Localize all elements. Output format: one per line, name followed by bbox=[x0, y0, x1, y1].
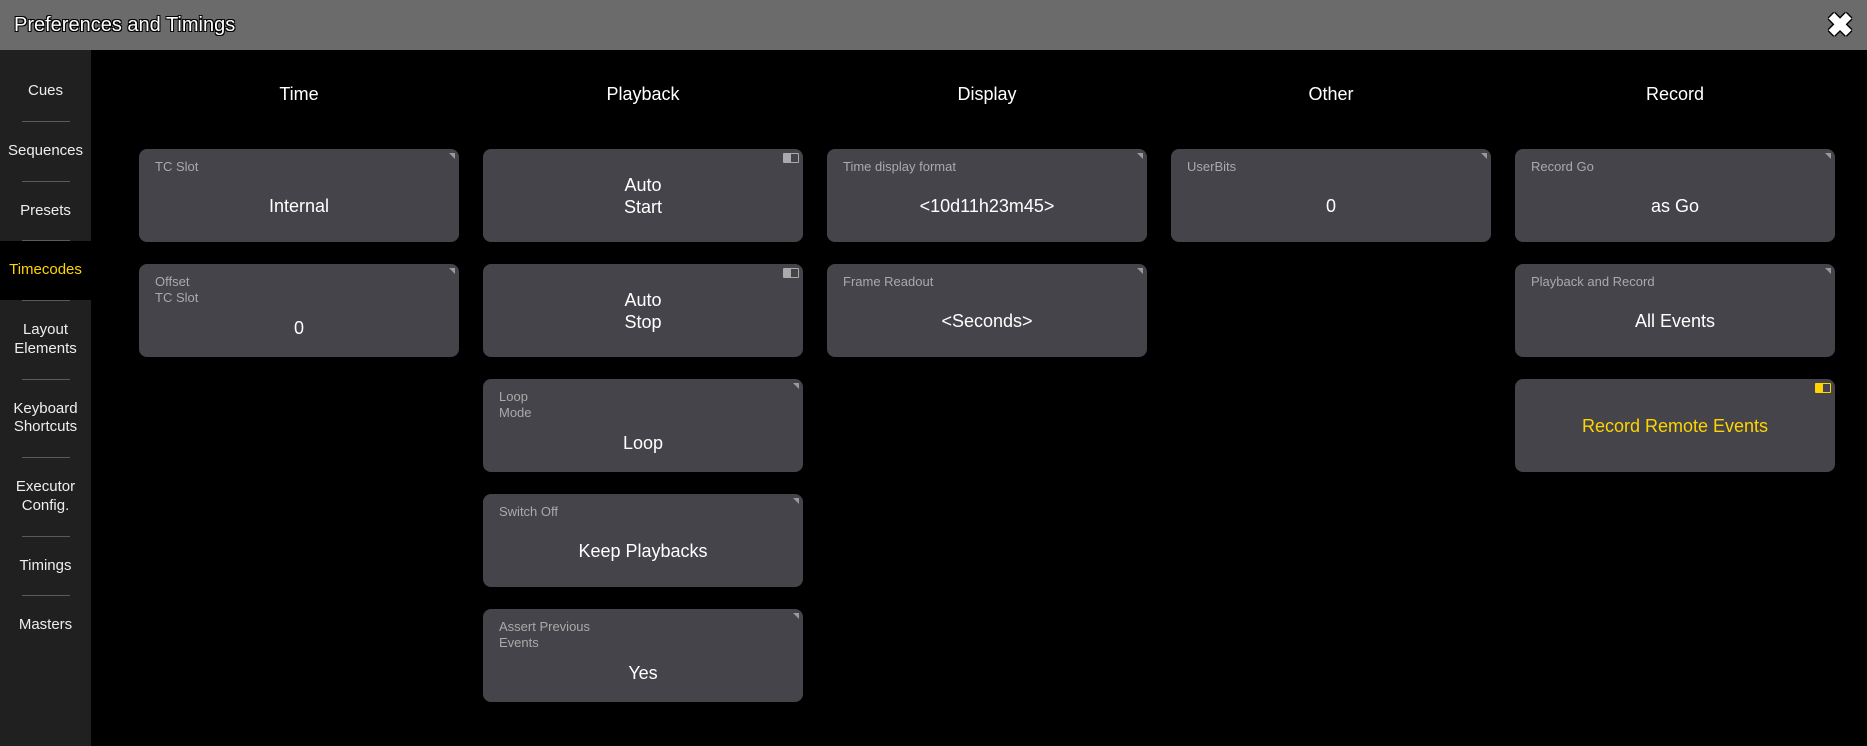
tile-value: <10d11h23m45> bbox=[843, 179, 1131, 234]
sidebar-item-label: Timecodes bbox=[9, 261, 82, 278]
dropdown-indicator-icon bbox=[1137, 268, 1143, 274]
tile-label: Frame Readout bbox=[843, 274, 1131, 290]
sidebar-item-label: Keyboard Shortcuts bbox=[13, 400, 77, 436]
tile-playback-1[interactable]: Auto Stop bbox=[483, 264, 803, 357]
tile-label: TC Slot bbox=[155, 159, 443, 175]
tile-playback-2[interactable]: Loop Mode Loop bbox=[483, 379, 803, 472]
tile-value: Record Remote Events bbox=[1531, 389, 1819, 464]
column-body-other: UserBits 0 bbox=[1171, 149, 1491, 702]
tile-value: as Go bbox=[1531, 179, 1819, 234]
sidebar-item-timecodes[interactable]: Timecodes bbox=[0, 241, 91, 300]
sidebar-item-masters[interactable]: Masters bbox=[0, 596, 91, 655]
sidebar-item-label: Cues bbox=[28, 82, 63, 99]
toggle-indicator-icon bbox=[1815, 383, 1831, 393]
tile-label: UserBits bbox=[1187, 159, 1475, 175]
dropdown-indicator-icon bbox=[1137, 153, 1143, 159]
tile-value: <Seconds> bbox=[843, 294, 1131, 349]
tile-record-1[interactable]: Playback and Record All Events bbox=[1515, 264, 1835, 357]
tile-value: Keep Playbacks bbox=[499, 524, 787, 579]
close-icon: ✖ bbox=[1827, 6, 1854, 44]
close-button[interactable]: ✖ bbox=[1821, 6, 1859, 44]
dropdown-indicator-icon bbox=[793, 613, 799, 619]
tile-value: Loop bbox=[499, 424, 787, 464]
tile-display-1[interactable]: Frame Readout <Seconds> bbox=[827, 264, 1147, 357]
sidebar-item-label: Layout Elements bbox=[14, 321, 77, 357]
sidebar-item-timings[interactable]: Timings bbox=[0, 537, 91, 596]
tile-label: Assert Previous Events bbox=[499, 619, 787, 650]
tile-time-1[interactable]: Offset TC Slot 0 bbox=[139, 264, 459, 357]
tile-value: 0 bbox=[155, 309, 443, 349]
tile-display-0[interactable]: Time display format <10d11h23m45> bbox=[827, 149, 1147, 242]
window-title: Preferences and Timings bbox=[14, 14, 235, 37]
tile-record-2[interactable]: Record Remote Events bbox=[1515, 379, 1835, 472]
tile-value: Auto Stop bbox=[499, 274, 787, 349]
dropdown-indicator-icon bbox=[449, 268, 455, 274]
dropdown-indicator-icon bbox=[1481, 153, 1487, 159]
tile-label: Time display format bbox=[843, 159, 1131, 175]
tile-label: Record Go bbox=[1531, 159, 1819, 175]
tile-value: Auto Start bbox=[499, 159, 787, 234]
tile-playback-4[interactable]: Assert Previous Events Yes bbox=[483, 609, 803, 702]
sidebar-item-keyboard-shortcuts[interactable]: Keyboard Shortcuts bbox=[0, 380, 91, 458]
sidebar-item-sequences[interactable]: Sequences bbox=[0, 122, 91, 181]
tile-label: Playback and Record bbox=[1531, 274, 1819, 290]
column-header-other: Other bbox=[1171, 66, 1491, 125]
tile-label: Switch Off bbox=[499, 504, 787, 520]
tile-playback-3[interactable]: Switch Off Keep Playbacks bbox=[483, 494, 803, 587]
sidebar-item-cues[interactable]: Cues bbox=[0, 62, 91, 121]
sidebar-item-executor-config-[interactable]: Executor Config. bbox=[0, 458, 91, 536]
dropdown-indicator-icon bbox=[1825, 153, 1831, 159]
tile-value: Internal bbox=[155, 179, 443, 234]
sidebar-item-label: Masters bbox=[19, 616, 72, 633]
sidebar-item-label: Presets bbox=[20, 202, 71, 219]
sidebar: Cues Sequences Presets Timecodes Layout Elem… bbox=[0, 50, 91, 746]
tile-value: Yes bbox=[499, 654, 787, 694]
tile-playback-0[interactable]: Auto Start bbox=[483, 149, 803, 242]
tile-value: All Events bbox=[1531, 294, 1819, 349]
sidebar-item-label: Executor Config. bbox=[16, 478, 75, 514]
dropdown-indicator-icon bbox=[793, 383, 799, 389]
column-header-display: Display bbox=[827, 66, 1147, 125]
titlebar: Preferences and Timings ✖ bbox=[0, 0, 1867, 50]
column-body-record: Record Go as Go Playback and Record All Eve… bbox=[1515, 149, 1835, 702]
sidebar-item-label: Sequences bbox=[8, 142, 83, 159]
sidebar-item-label: Timings bbox=[20, 557, 72, 574]
dropdown-indicator-icon bbox=[449, 153, 455, 159]
column-header-time: Time bbox=[139, 66, 459, 125]
toggle-indicator-icon bbox=[783, 268, 799, 278]
tile-record-0[interactable]: Record Go as Go bbox=[1515, 149, 1835, 242]
tile-label: Loop Mode bbox=[499, 389, 787, 420]
tile-other-0[interactable]: UserBits 0 bbox=[1171, 149, 1491, 242]
toggle-indicator-icon bbox=[783, 153, 799, 163]
tile-value: 0 bbox=[1187, 179, 1475, 234]
dropdown-indicator-icon bbox=[793, 498, 799, 504]
column-body-display: Time display format <10d11h23m45> Frame Re… bbox=[827, 149, 1147, 702]
tile-time-0[interactable]: TC Slot Internal bbox=[139, 149, 459, 242]
column-body-playback: Auto Start Auto Stop Loop Mode Loop Switch O… bbox=[483, 149, 803, 702]
sidebar-item-layout-elements[interactable]: Layout Elements bbox=[0, 301, 91, 379]
column-header-record: Record bbox=[1515, 66, 1835, 125]
column-body-time: TC Slot Internal Offset TC Slot 0 bbox=[139, 149, 459, 702]
content: Time Playback Display Other Record TC Slot Int… bbox=[91, 50, 1867, 746]
sidebar-item-presets[interactable]: Presets bbox=[0, 182, 91, 241]
column-header-playback: Playback bbox=[483, 66, 803, 125]
dropdown-indicator-icon bbox=[1825, 268, 1831, 274]
tile-label: Offset TC Slot bbox=[155, 274, 443, 305]
